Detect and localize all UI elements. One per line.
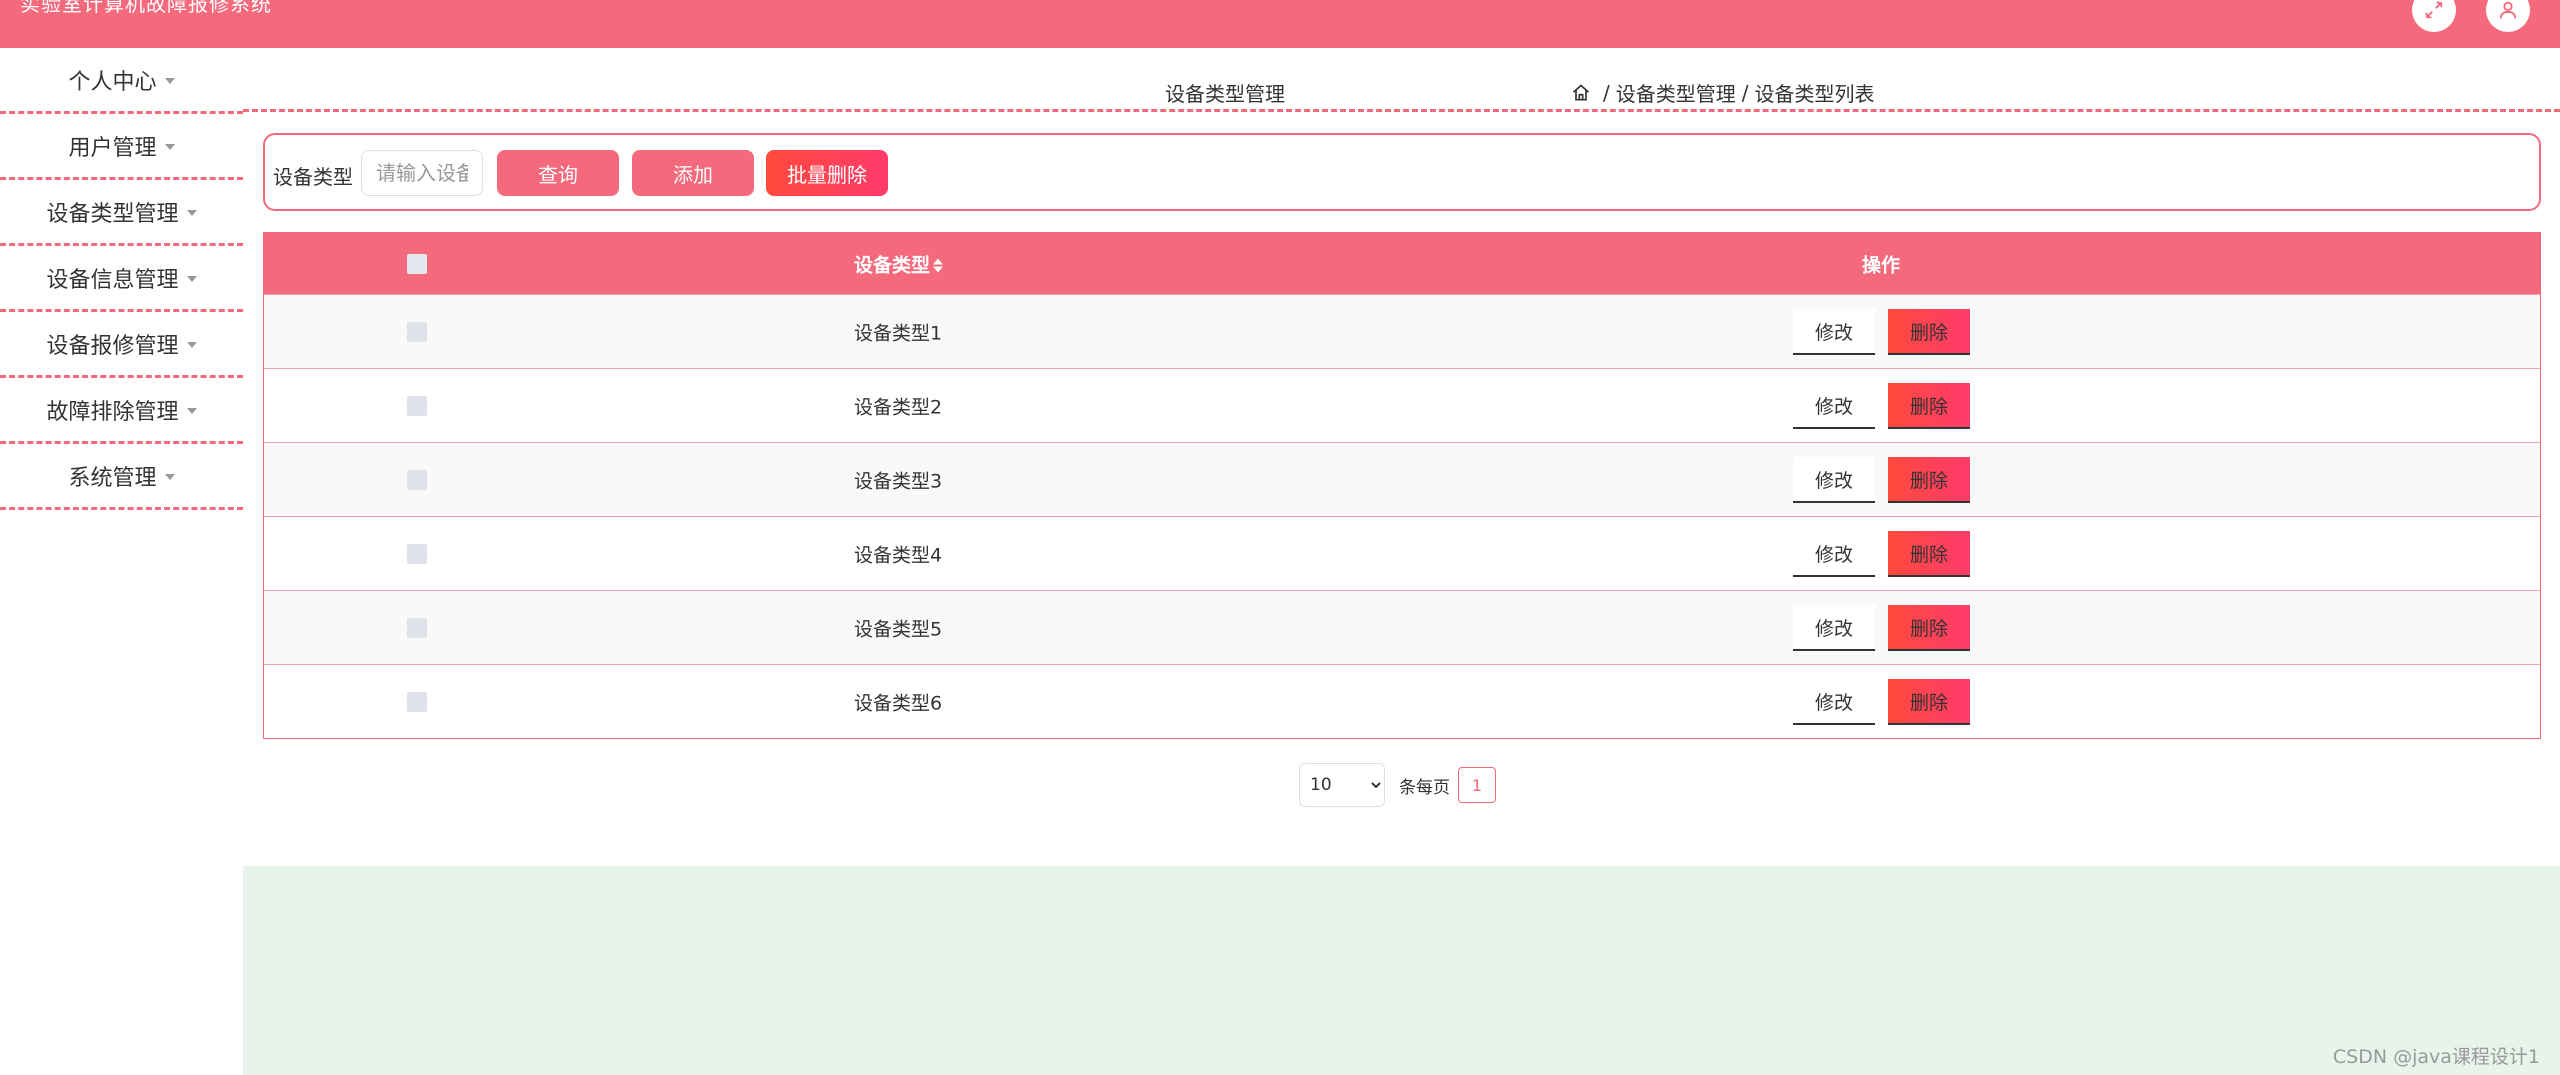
pagination: 10 条每页 1 <box>1299 763 1496 807</box>
table-row: 设备类型3 修改 删除 <box>264 442 2540 516</box>
select-all-checkbox[interactable] <box>407 253 427 274</box>
sidebar-item-label: 故障排除管理 <box>46 399 179 425</box>
breadcrumb-separator: / <box>1741 80 1749 105</box>
breadcrumb-level1[interactable]: 设备类型管理 <box>1616 78 1736 107</box>
edit-button[interactable]: 修改 <box>1793 383 1875 429</box>
row-device-type: 设备类型2 <box>854 396 943 418</box>
user-icon <box>2499 1 2517 19</box>
delete-button[interactable]: 删除 <box>1888 457 1970 503</box>
footer-area: CSDN @java课程设计1 <box>243 866 2560 1075</box>
caret-down-icon <box>164 77 175 84</box>
table-header: 设备类型 操作 <box>264 233 2540 294</box>
top-header-bar: 实验室计算机故障报修系统 <box>0 0 2560 48</box>
device-type-search-input[interactable] <box>361 150 483 196</box>
sidebar-item-label: 系统管理 <box>68 465 157 491</box>
home-icon[interactable] <box>1571 83 1591 103</box>
delete-button[interactable]: 删除 <box>1888 531 1970 577</box>
sidebar-item-label: 设备类型管理 <box>46 201 179 227</box>
table-row: 设备类型2 修改 删除 <box>264 368 2540 442</box>
device-type-table: 设备类型 操作 设备类型1 修改 删除 设备类型2 修改 删除 设备类型3 修改… <box>263 232 2541 739</box>
sidebar-item-label: 用户管理 <box>68 135 157 161</box>
sidebar-item-system-management[interactable]: 系统管理 <box>0 444 243 510</box>
sort-icon <box>933 258 944 272</box>
caret-down-icon <box>164 473 175 480</box>
sidebar-item-repair-management[interactable]: 设备报修管理 <box>0 312 243 378</box>
breadcrumb-level2: 设备类型列表 <box>1754 82 1875 106</box>
caret-down-icon <box>164 143 175 150</box>
row-checkbox[interactable] <box>407 691 427 712</box>
app-title: 实验室计算机故障报修系统 <box>20 0 272 16</box>
row-device-type: 设备类型5 <box>854 618 943 640</box>
table-row: 设备类型6 修改 删除 <box>264 664 2540 738</box>
batch-delete-button[interactable]: 批量删除 <box>766 150 888 196</box>
sidebar-item-device-type-management[interactable]: 设备类型管理 <box>0 180 243 246</box>
caret-down-icon <box>186 275 197 282</box>
sidebar-item-label: 设备报修管理 <box>46 333 179 359</box>
delete-button[interactable]: 删除 <box>1888 383 1970 429</box>
sidebar-item-troubleshooting-management[interactable]: 故障排除管理 <box>0 378 243 444</box>
table-row: 设备类型4 修改 删除 <box>264 516 2540 590</box>
delete-button[interactable]: 删除 <box>1888 605 1970 651</box>
delete-button[interactable]: 删除 <box>1888 679 1970 725</box>
caret-down-icon <box>186 209 197 216</box>
sidebar-item-user-management[interactable]: 用户管理 <box>0 114 243 180</box>
column-header-operation: 操作 <box>1862 254 1901 276</box>
row-device-type: 设备类型4 <box>854 544 943 566</box>
add-button[interactable]: 添加 <box>632 150 754 196</box>
caret-down-icon <box>186 407 197 414</box>
row-device-type: 设备类型6 <box>854 692 943 714</box>
edit-button[interactable]: 修改 <box>1793 605 1875 651</box>
page-size-select[interactable]: 10 <box>1299 763 1385 807</box>
edit-button[interactable]: 修改 <box>1793 309 1875 355</box>
edit-button[interactable]: 修改 <box>1793 531 1875 577</box>
user-avatar-button[interactable] <box>2486 0 2530 32</box>
breadcrumb: / 设备类型管理 / 设备类型列表 <box>1571 78 1875 107</box>
search-panel: 设备类型 查询 添加 批量删除 <box>263 133 2541 211</box>
page-size-label: 条每页 <box>1399 777 1450 798</box>
row-device-type: 设备类型1 <box>854 322 943 344</box>
expand-arrows-icon <box>2425 1 2443 19</box>
search-label: 设备类型 <box>273 165 353 189</box>
row-checkbox[interactable] <box>407 469 427 490</box>
page-number-current[interactable]: 1 <box>1458 767 1496 803</box>
breadcrumb-bar: 设备类型管理 / 设备类型管理 / 设备类型列表 <box>243 48 2560 112</box>
table-row: 设备类型5 修改 删除 <box>264 590 2540 664</box>
sidebar-item-label: 个人中心 <box>68 69 157 95</box>
sidebar-item-personal-center[interactable]: 个人中心 <box>0 48 243 114</box>
sidebar-item-device-info-management[interactable]: 设备信息管理 <box>0 246 243 312</box>
caret-down-icon <box>186 341 197 348</box>
row-checkbox[interactable] <box>407 395 427 416</box>
table-row: 设备类型1 修改 删除 <box>264 294 2540 368</box>
page-title: 设备类型管理 <box>1165 82 1285 106</box>
row-checkbox[interactable] <box>407 321 427 342</box>
row-checkbox[interactable] <box>407 543 427 564</box>
sidebar-item-label: 设备信息管理 <box>46 267 179 293</box>
query-button[interactable]: 查询 <box>497 150 619 196</box>
sidebar-menu: 个人中心 用户管理 设备类型管理 设备信息管理 设备报修管理 故障排除管理 系统… <box>0 48 243 510</box>
row-checkbox[interactable] <box>407 617 427 638</box>
column-header-type[interactable]: 设备类型 <box>854 250 944 277</box>
breadcrumb-separator: / <box>1603 80 1610 105</box>
watermark-text: CSDN @java课程设计1 <box>2332 1046 2540 1068</box>
fullscreen-button[interactable] <box>2412 0 2456 32</box>
delete-button[interactable]: 删除 <box>1888 309 1970 355</box>
row-device-type: 设备类型3 <box>854 470 943 492</box>
column-header-label: 设备类型 <box>854 254 931 276</box>
edit-button[interactable]: 修改 <box>1793 457 1875 503</box>
edit-button[interactable]: 修改 <box>1793 679 1875 725</box>
